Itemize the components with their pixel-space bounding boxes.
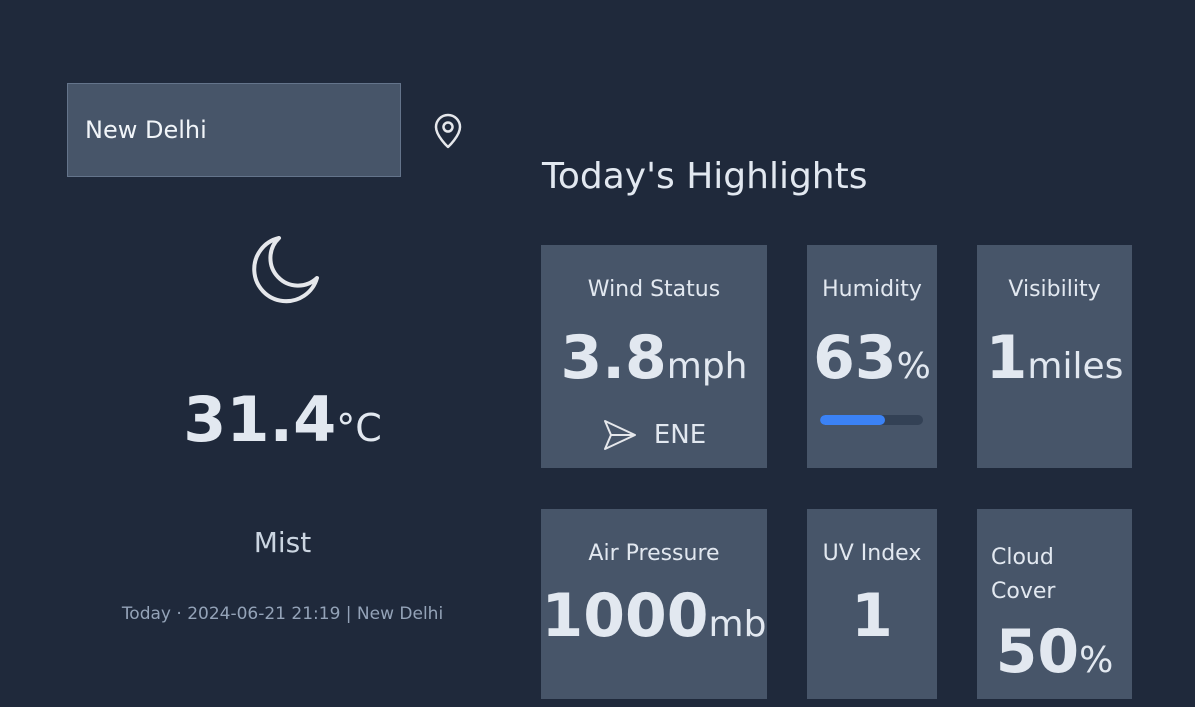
city-search-input[interactable]: [83, 115, 387, 145]
air-pressure-unit: mb: [708, 604, 767, 645]
humidity-unit: %: [896, 346, 931, 387]
temperature-unit: °C: [336, 406, 382, 450]
visibility-value: 1: [985, 323, 1028, 393]
humidity-progress-fill: [820, 415, 885, 425]
visibility-card: Visibility 1miles: [977, 245, 1132, 468]
air-pressure-value: 1000: [541, 581, 709, 651]
wind-direction: ENE: [653, 420, 707, 450]
cloud-cover-value: 50: [995, 617, 1080, 687]
uv-index-card: UV Index 1: [807, 509, 937, 699]
location-pin-icon: [434, 113, 462, 149]
current-temperature: 31.4°C: [0, 383, 565, 456]
wind-status-card: Wind Status 3.8mph ENE: [541, 245, 767, 468]
wind-speed-value: 3.8: [560, 323, 667, 393]
humidity-card: Humidity 63%: [807, 245, 937, 468]
wind-status-title: Wind Status: [587, 277, 721, 302]
visibility-unit: miles: [1027, 346, 1124, 387]
cloud-cover-card: Cloud Cover 50%: [977, 509, 1132, 699]
wind-speed-unit: mph: [666, 346, 748, 387]
highlights-title: Today's Highlights: [542, 156, 868, 197]
humidity-title: Humidity: [822, 277, 922, 302]
air-pressure-title: Air Pressure: [588, 541, 720, 566]
location-button[interactable]: [430, 112, 466, 152]
visibility-title: Visibility: [1008, 277, 1101, 302]
humidity-progress-bar: [820, 415, 923, 425]
search-box[interactable]: [67, 83, 401, 177]
uv-index-title: UV Index: [822, 541, 922, 566]
navigation-arrow-icon: [603, 420, 636, 450]
cloud-cover-unit: %: [1079, 640, 1114, 681]
moon-icon: [252, 236, 319, 304]
air-pressure-card: Air Pressure 1000mb: [541, 509, 767, 699]
weather-condition: Mist: [253, 526, 312, 559]
temperature-value: 31.4: [183, 383, 337, 456]
uv-index-value: 1: [851, 581, 893, 651]
cloud-cover-title: Cloud Cover: [991, 545, 1056, 604]
humidity-value: 63: [813, 323, 897, 393]
date-location-footer: Today · 2024-06-21 21:19 | New Delhi: [121, 604, 444, 624]
